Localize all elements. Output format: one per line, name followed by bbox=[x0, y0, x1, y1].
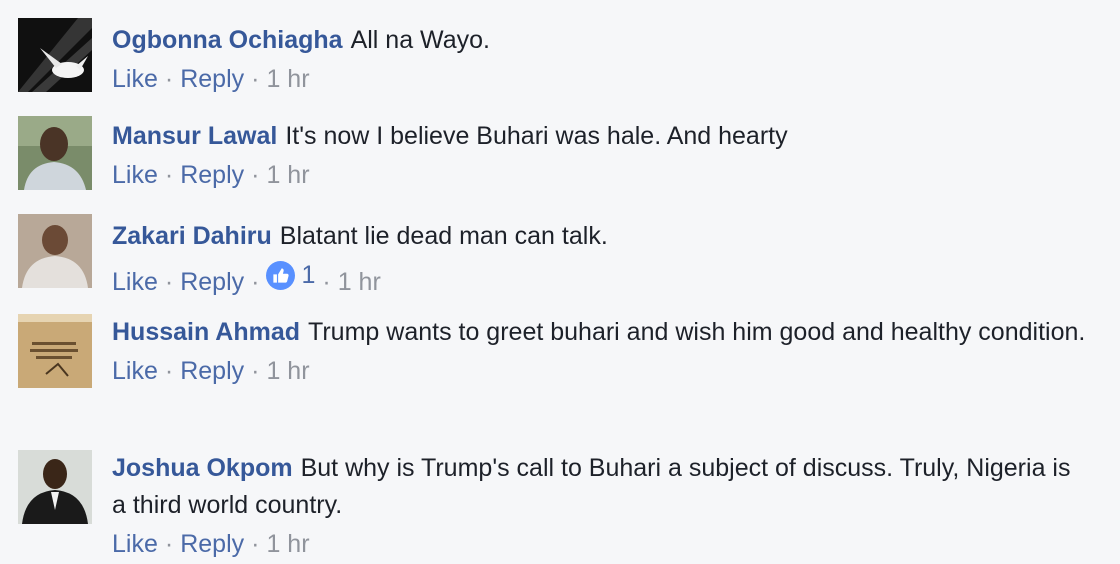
reply-link[interactable]: Reply bbox=[180, 161, 244, 189]
avatar[interactable] bbox=[18, 450, 92, 524]
comment-text: All na Wayo. bbox=[350, 26, 490, 54]
like-link[interactable]: Like bbox=[112, 161, 158, 189]
reply-link[interactable]: Reply bbox=[180, 65, 244, 93]
comment-actions: Like · Reply · 1 · 1 hr bbox=[112, 257, 1090, 301]
separator: · bbox=[251, 268, 260, 296]
comment-text: Trump wants to greet buhari and wish him… bbox=[308, 318, 1086, 346]
comment-actions: Like · Reply · 1 hr bbox=[112, 353, 1090, 390]
comment-text: It's now I believe Buhari was hale. And … bbox=[285, 122, 788, 150]
avatar[interactable] bbox=[18, 18, 92, 92]
separator: · bbox=[322, 268, 331, 296]
comment-text: Blatant lie dead man can talk. bbox=[279, 222, 608, 250]
separator: · bbox=[164, 161, 174, 189]
man-photo bbox=[18, 450, 92, 524]
separator: · bbox=[251, 65, 260, 93]
timestamp[interactable]: 1 hr bbox=[266, 357, 309, 385]
avatar[interactable] bbox=[18, 116, 92, 190]
comment-actions: Like · Reply · 1 hr bbox=[112, 61, 1090, 98]
like-link[interactable]: Like bbox=[112, 357, 158, 385]
avatar[interactable] bbox=[18, 214, 92, 288]
separator: · bbox=[251, 530, 260, 558]
separator: · bbox=[164, 530, 174, 558]
like-link[interactable]: Like bbox=[112, 268, 158, 296]
comment-actions: Like · Reply · 1 hr bbox=[112, 526, 1090, 563]
comment-author[interactable]: Joshua Okpom bbox=[112, 454, 293, 482]
avatar[interactable] bbox=[18, 314, 92, 388]
timestamp[interactable]: 1 hr bbox=[338, 268, 381, 296]
comment-author[interactable]: Mansur Lawal bbox=[112, 122, 277, 150]
quote-image bbox=[18, 314, 92, 388]
man-photo bbox=[18, 214, 92, 288]
timestamp[interactable]: 1 hr bbox=[266, 161, 309, 189]
reaction-count[interactable]: 1 bbox=[266, 257, 315, 294]
comment-author[interactable]: Zakari Dahiru bbox=[112, 222, 272, 250]
reply-link[interactable]: Reply bbox=[180, 268, 244, 296]
separator: · bbox=[251, 357, 260, 385]
comment-actions: Like · Reply · 1 hr bbox=[112, 157, 1090, 194]
like-link[interactable]: Like bbox=[112, 65, 158, 93]
separator: · bbox=[164, 357, 174, 385]
timestamp[interactable]: 1 hr bbox=[266, 65, 309, 93]
reaction-count-value: 1 bbox=[301, 261, 316, 289]
man-photo bbox=[18, 116, 92, 190]
comment-author[interactable]: Ogbonna Ochiagha bbox=[112, 26, 343, 54]
separator: · bbox=[164, 65, 174, 93]
reply-link[interactable]: Reply bbox=[180, 530, 244, 558]
reply-link[interactable]: Reply bbox=[180, 357, 244, 385]
separator: · bbox=[164, 268, 174, 296]
separator: · bbox=[251, 161, 260, 189]
thumbs-up-icon bbox=[266, 261, 296, 290]
dove-image bbox=[18, 18, 92, 92]
timestamp[interactable]: 1 hr bbox=[266, 530, 309, 558]
like-link[interactable]: Like bbox=[112, 530, 158, 558]
comment-author[interactable]: Hussain Ahmad bbox=[112, 318, 300, 346]
